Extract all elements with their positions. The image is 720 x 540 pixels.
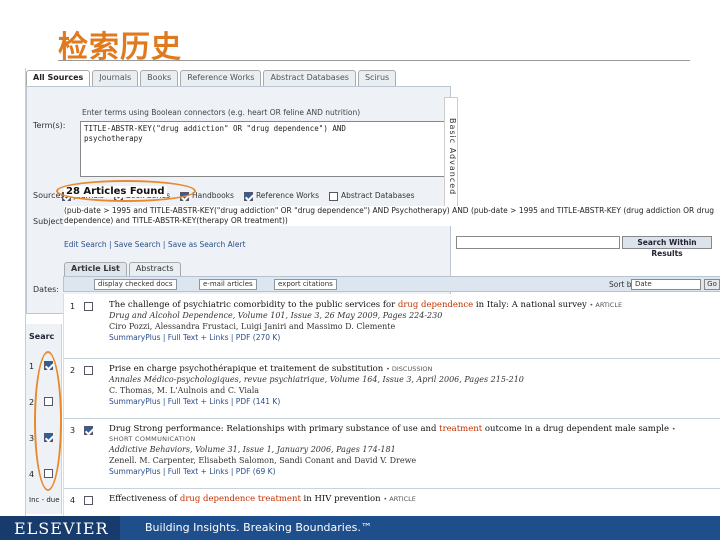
- go-button[interactable]: Go: [704, 279, 720, 290]
- tab-journals[interactable]: Journals: [92, 70, 139, 86]
- search-within-button[interactable]: Search Within Results: [622, 236, 712, 258]
- history-num: 1: [29, 362, 35, 371]
- sort-select[interactable]: Date: [631, 279, 701, 290]
- result-authors: Ciro Pozzi, Alessandra Frustaci, Luigi J…: [109, 322, 396, 331]
- title-text: The challenge of psychiatric comorbidity…: [109, 300, 398, 310]
- search-hint: Enter terms using Boolean connectors (e.…: [82, 108, 361, 117]
- row-separator: [64, 488, 720, 489]
- results-list: 1 The challenge of psychiatric comorbidit…: [63, 294, 720, 516]
- source-tabs: All Sources Journals Books Reference Works A…: [26, 70, 397, 86]
- source-label: Abstract Databases: [341, 191, 415, 200]
- basic-advanced-toggle[interactable]: Basic Advanced: [444, 97, 458, 217]
- article-type: •: [671, 425, 676, 433]
- found-highlight-ellipse: [56, 180, 196, 202]
- query-string: (pub-date > 1995 and TITLE-ABSTR-KEY("dr…: [64, 206, 714, 226]
- result-links[interactable]: SummaryPlus | Full Text + Links | PDF (1…: [109, 397, 280, 406]
- result-number: 4: [70, 496, 76, 505]
- export-citations-button[interactable]: export citations: [274, 279, 337, 290]
- result-number: 3: [70, 426, 76, 435]
- terms-textarea[interactable]: TITLE-ABSTR-KEY("drug addiction" OR "dru…: [80, 121, 450, 177]
- tab-reference-works[interactable]: Reference Works: [180, 70, 262, 86]
- tab-abstract-databases[interactable]: Abstract Databases: [263, 70, 356, 86]
- checkbox-highlight-ellipse: [34, 351, 62, 491]
- footer-bar: ELSEVIER Building Insights. Breaking Bou…: [0, 516, 720, 540]
- source-checkbox[interactable]: [329, 191, 338, 201]
- subject-label: Subject: [33, 217, 63, 226]
- title-text: in Italy: A national survey: [473, 300, 587, 310]
- search-within-input[interactable]: [456, 236, 620, 249]
- results-tabs: Article List Abstracts: [64, 262, 181, 276]
- result-source: Drug and Alcohol Dependence, Volume 101,…: [109, 311, 443, 320]
- source-label: Reference Works: [255, 191, 319, 200]
- result-links[interactable]: SummaryPlus | Full Text + Links | PDF (6…: [109, 467, 276, 476]
- result-checkbox[interactable]: [84, 496, 93, 505]
- results-toolbar: display checked docs e-mail articles exp…: [63, 276, 720, 292]
- title-rule: [58, 60, 690, 61]
- title-text: Prise en charge psychothérapique et trai…: [109, 364, 384, 374]
- title-text: Drug Strong performance: Relationships w…: [109, 424, 440, 434]
- row-separator: [64, 358, 720, 359]
- result-source: Annales Médico-psychologiques, revue psy…: [109, 375, 524, 384]
- title-highlight: treatment: [439, 424, 483, 434]
- result-number: 1: [70, 302, 76, 311]
- result-authors: Zenell. M. Carpenter, Elisabeth Salomon,…: [109, 456, 417, 465]
- article-type: • ARTICLE: [383, 495, 416, 503]
- result-links[interactable]: SummaryPlus | Full Text + Links | PDF (2…: [109, 333, 280, 342]
- elsevier-logo: ELSEVIER: [14, 519, 109, 538]
- tab-article-list[interactable]: Article List: [64, 262, 127, 276]
- source-option[interactable]: Abstract Databases: [329, 191, 415, 201]
- screenshot-area: All Sources Journals Books Reference Works A…: [25, 68, 720, 516]
- dates-label: Dates:: [33, 285, 59, 294]
- title-highlight: drug dependence treatment: [179, 494, 301, 504]
- section-label: SHORT COMMUNICATION: [109, 435, 196, 443]
- terms-label: Term(s):: [33, 121, 66, 130]
- footer-tagline: Building Insights. Breaking Boundaries.™: [145, 521, 372, 534]
- result-title[interactable]: Prise en charge psychothérapique et trai…: [109, 364, 432, 374]
- title-text: in HIV prevention: [300, 494, 381, 504]
- history-footer-text: Inc - due: [29, 496, 60, 504]
- tab-abstracts[interactable]: Abstracts: [128, 262, 181, 276]
- result-authors: C. Thomas, M. L'Aulnois and C. Viala: [109, 386, 260, 395]
- source-label: Handbooks: [191, 191, 234, 200]
- row-separator: [64, 418, 720, 419]
- history-num: 4: [29, 470, 35, 479]
- title-highlight: drug dependence: [397, 300, 474, 310]
- tab-scirus[interactable]: Scirus: [357, 70, 397, 86]
- result-title[interactable]: Drug Strong performance: Relationships w…: [109, 424, 676, 434]
- email-articles-button[interactable]: e-mail articles: [199, 279, 257, 290]
- title-text: Effectiveness of: [109, 494, 180, 504]
- tab-books[interactable]: Books: [140, 70, 179, 86]
- result-checkbox[interactable]: [84, 302, 93, 311]
- result-source: Addictive Behaviors, Volume 31, Issue 1,…: [109, 445, 396, 454]
- title-text: outcome in a drug dependent male sample: [482, 424, 670, 434]
- result-checkbox[interactable]: [84, 366, 93, 375]
- result-number: 2: [70, 366, 76, 375]
- tab-all-sources[interactable]: All Sources: [26, 70, 91, 86]
- source-option[interactable]: Reference Works: [243, 191, 319, 201]
- search-actions[interactable]: Edit Search | Save Search | Save as Sear…: [64, 240, 246, 249]
- history-head: Searc: [29, 332, 55, 341]
- result-checkbox[interactable]: [84, 426, 93, 435]
- result-title[interactable]: The challenge of psychiatric comorbidity…: [109, 300, 622, 310]
- article-type: • DISCUSSION: [385, 365, 433, 373]
- source-checkbox[interactable]: [243, 191, 253, 201]
- display-checked-button[interactable]: display checked docs: [94, 279, 177, 290]
- article-type: • ARTICLE: [589, 301, 623, 309]
- result-title[interactable]: Effectiveness of drug dependence treatme…: [109, 494, 416, 504]
